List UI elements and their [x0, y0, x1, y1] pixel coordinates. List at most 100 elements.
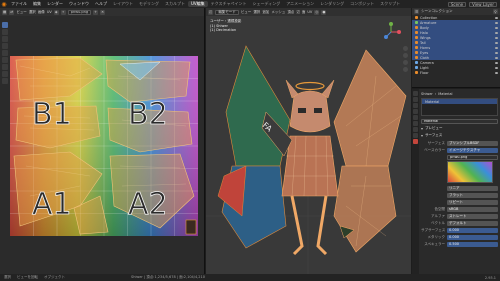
cursor-tool-icon[interactable] [2, 29, 8, 35]
vector-field[interactable]: デフォルト [447, 220, 498, 226]
colorspace-dropdown[interactable]: sRGB [447, 206, 498, 212]
menu-window[interactable]: ウィンドウ [66, 1, 92, 7]
navigation-gizmo[interactable] [381, 22, 401, 42]
menu-help[interactable]: ヘルプ [92, 1, 110, 7]
uv-sync-icon[interactable]: ⇄ [9, 9, 15, 15]
workspace-tab-modeling[interactable]: モデリング [136, 1, 162, 7]
editor-type-icon[interactable]: ▦ [2, 9, 8, 15]
transform-tool-icon[interactable] [2, 57, 8, 63]
workspace-tab-shading[interactable]: シェーディング [250, 1, 284, 7]
grab-tool-icon[interactable] [2, 71, 8, 77]
rip-tool-icon[interactable] [2, 78, 8, 84]
vp-menu-select[interactable]: 選択 [253, 10, 260, 15]
data-tab-icon[interactable] [413, 133, 418, 138]
visibility-eye-icon[interactable] [495, 31, 498, 34]
surface-section-header[interactable]: サーフェス [421, 133, 498, 138]
subsurface-slider[interactable]: 0.000 [447, 227, 498, 233]
workspace-tab-uv-editing[interactable]: UV編集 [188, 1, 208, 7]
pivot-icon[interactable]: ◈ [53, 9, 59, 15]
menu-file[interactable]: ファイル [8, 1, 30, 7]
output-tab-icon[interactable] [413, 103, 418, 108]
material-slot-item[interactable]: Material [422, 99, 497, 104]
snap-icon[interactable]: ⌖ [60, 9, 66, 15]
view-layer-selector[interactable]: View Layer [469, 1, 497, 7]
scene-selector[interactable]: Scene [447, 1, 467, 7]
alpha-dropdown[interactable]: ストレート [447, 213, 498, 219]
object-tab-icon[interactable] [413, 121, 418, 126]
move-tool-icon[interactable] [2, 36, 8, 42]
extension-dropdown[interactable]: リピート [447, 199, 498, 205]
world-tab-icon[interactable] [413, 115, 418, 120]
vp-menu-uv[interactable]: UV [307, 10, 312, 14]
menu-render[interactable]: レンダー [44, 1, 66, 7]
visibility-eye-icon[interactable] [495, 16, 498, 19]
image-texture-field[interactable]: pnwu.png [447, 154, 498, 160]
uv-menu-image[interactable]: 画像 [38, 10, 45, 15]
tool-tab-icon[interactable] [413, 91, 418, 96]
select-box-tool-icon[interactable] [2, 22, 8, 28]
uv-menu-view[interactable]: ビュー [16, 10, 27, 15]
visibility-eye-icon[interactable] [495, 56, 498, 59]
material-tab-icon[interactable] [413, 139, 418, 144]
preview-section-label: プレビュー [425, 126, 443, 130]
pan-icon[interactable] [403, 53, 408, 58]
interpolation-dropdown[interactable]: リニア [447, 185, 498, 191]
metallic-slider[interactable]: 0.000 [447, 234, 498, 240]
zoom-icon[interactable] [403, 46, 408, 51]
visibility-eye-icon[interactable] [495, 21, 498, 24]
specular-slider[interactable]: 0.500 [447, 241, 498, 247]
modifier-tab-icon[interactable] [413, 127, 418, 132]
visibility-eye-icon[interactable] [495, 61, 498, 64]
vp-menu-view[interactable]: ビュー [241, 10, 252, 15]
mode-selector[interactable]: 編集モード [215, 9, 239, 15]
object-name-label: Shiwer [421, 92, 433, 96]
blender-logo-icon[interactable]: ◉ [0, 0, 8, 8]
outliner-type-icon[interactable]: ☰ [414, 9, 420, 14]
vp-menu-vertex[interactable]: 頂点 [287, 10, 294, 15]
visibility-eye-icon[interactable] [495, 46, 498, 49]
surface-shader-field[interactable]: プリンシプルBSDF [447, 140, 498, 146]
render-tab-icon[interactable] [413, 97, 418, 102]
visibility-eye-icon[interactable] [495, 41, 498, 44]
uv-texture-canvas[interactable]: B1 B2 A1 A2 [10, 56, 198, 236]
vp-menu-face[interactable]: 面 [302, 10, 306, 15]
image-selector[interactable]: pnwu.png [67, 9, 92, 15]
preview-section-header[interactable]: プレビュー [421, 126, 498, 131]
3d-viewport-canvas[interactable]: FA [206, 16, 411, 274]
vp-menu-edge[interactable]: 辺 [296, 10, 300, 15]
menu-edit[interactable]: 編集 [30, 1, 44, 7]
workspace-tab-sculpt[interactable]: スカルプト [162, 1, 188, 7]
uv-menu-select[interactable]: 選択 [29, 10, 36, 15]
scale-tool-icon[interactable] [2, 50, 8, 56]
close-image-icon[interactable]: ✕ [100, 9, 106, 15]
workspace-tab-rendering[interactable]: レンダリング [317, 1, 347, 7]
viewport-editor-type-icon[interactable]: ◰ [208, 9, 214, 15]
rotate-tool-icon[interactable] [2, 43, 8, 49]
workspace-tab-compositing[interactable]: コンポジット [347, 1, 377, 7]
visibility-eye-icon[interactable] [495, 66, 498, 69]
shading-solid-icon[interactable]: ● [321, 9, 327, 15]
new-image-icon[interactable]: + [93, 9, 99, 15]
workspace-tab-scripting[interactable]: スクリプト [377, 1, 403, 7]
visibility-eye-icon[interactable] [495, 36, 498, 39]
camera-view-icon[interactable] [403, 60, 408, 65]
perspective-toggle-icon[interactable] [403, 67, 408, 72]
uv-menu-uv[interactable]: UV [47, 10, 52, 14]
visibility-eye-icon[interactable] [495, 51, 498, 54]
vp-menu-add[interactable]: 追加 [262, 10, 269, 15]
projection-dropdown[interactable]: フラット [447, 192, 498, 198]
material-name-field[interactable]: Material [421, 118, 498, 124]
visibility-eye-icon[interactable] [495, 26, 498, 29]
workspace-tab-texture-paint[interactable]: テクスチャペイント [208, 1, 250, 7]
workspace-tab-layout[interactable]: レイアウト [110, 1, 136, 7]
vp-menu-mesh[interactable]: メッシュ [271, 10, 285, 15]
outliner-row[interactable]: Floor [412, 70, 500, 75]
basecolor-field[interactable]: イメージテクスチャ [447, 147, 498, 153]
visibility-eye-icon[interactable] [495, 71, 498, 74]
overlay-icon[interactable]: ◎ [314, 9, 320, 15]
scene-tab-icon[interactable] [413, 109, 418, 114]
annotate-tool-icon[interactable] [2, 64, 8, 70]
filter-icon[interactable]: ⚲ [493, 9, 498, 14]
material-slot-list[interactable]: Material [421, 98, 498, 116]
workspace-tab-animation[interactable]: アニメーション [283, 1, 317, 7]
